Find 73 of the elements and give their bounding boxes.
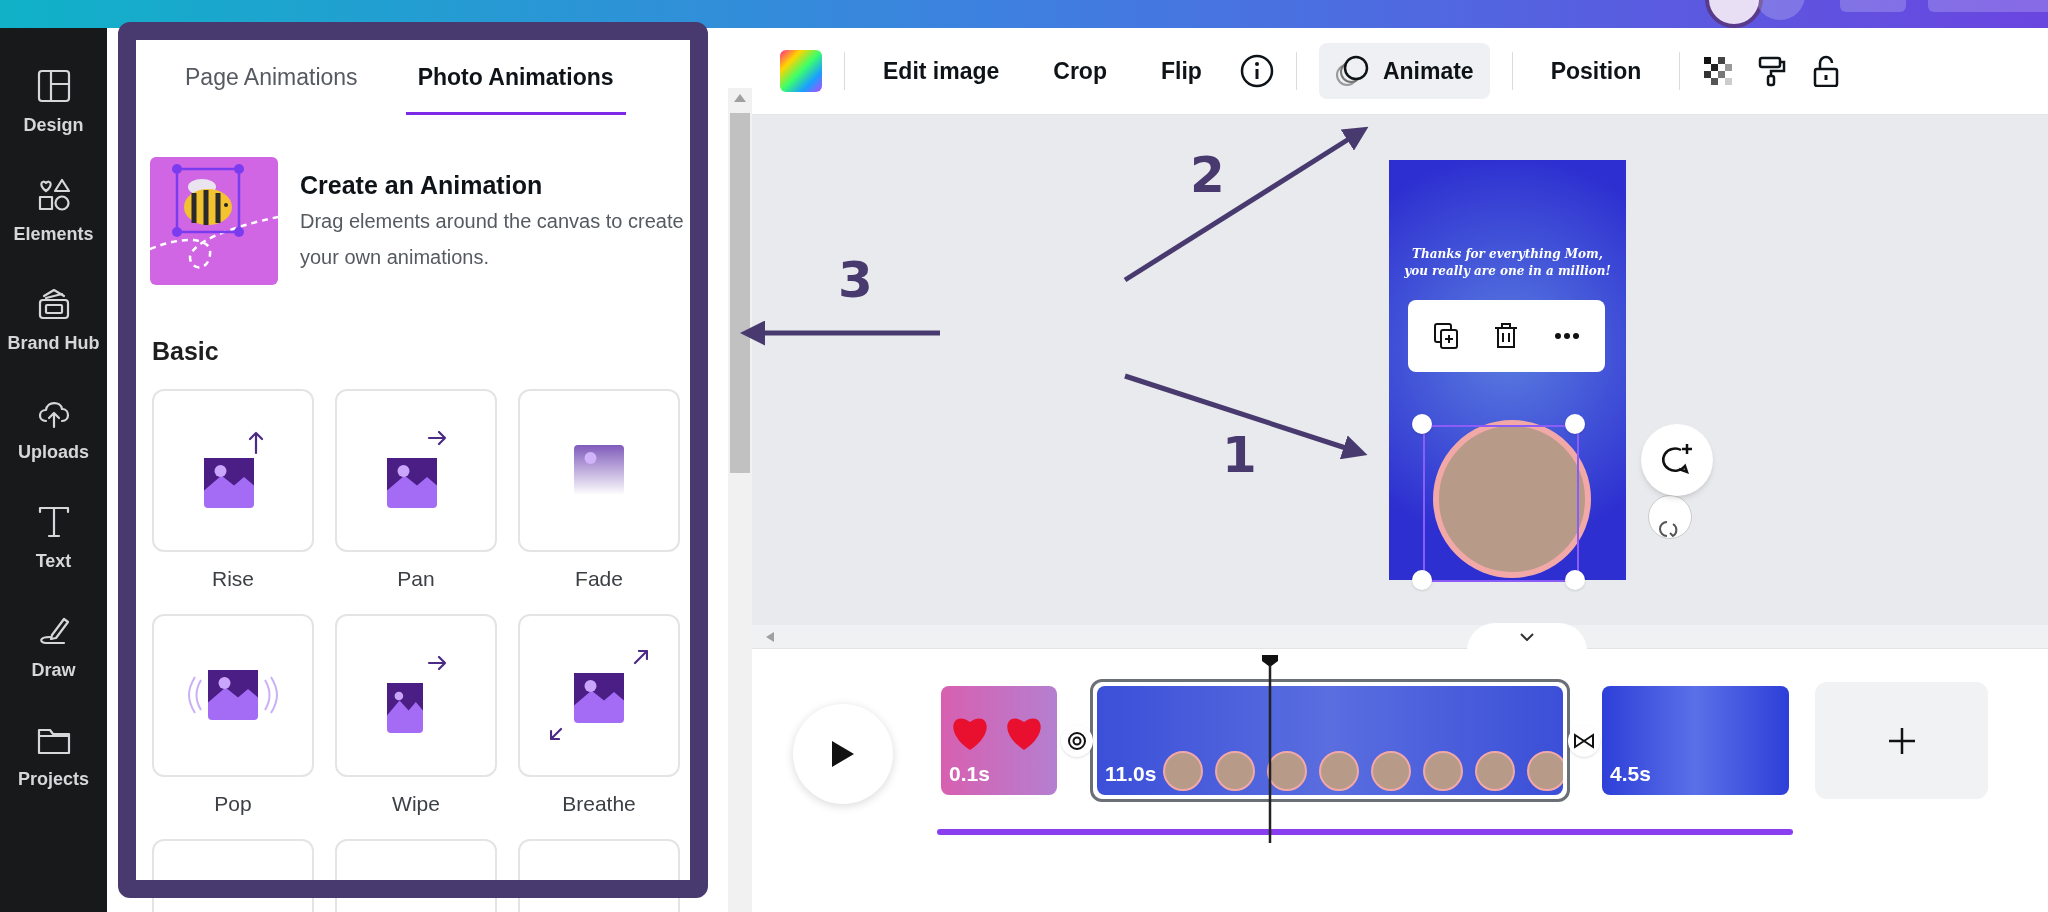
- photo-fade-icon: [574, 445, 624, 495]
- animation-tile[interactable]: [518, 613, 680, 777]
- transition-button[interactable]: [1568, 725, 1600, 757]
- section-title: Basic: [152, 336, 220, 367]
- animation-label: Rise: [212, 565, 254, 592]
- animation-tile[interactable]: [518, 388, 680, 552]
- scrollbar-thumb[interactable]: [730, 113, 750, 473]
- photo-thumbnail: [1371, 751, 1411, 791]
- photo-thumbnail: [1475, 751, 1515, 791]
- copy-plus-icon[interactable]: [1432, 321, 1461, 351]
- rotate-button[interactable]: [1648, 495, 1692, 539]
- animation-label: Fade: [575, 565, 623, 592]
- promo-title: Create an Animation: [300, 170, 544, 201]
- animation-label: Pop: [214, 790, 252, 817]
- photo-thumbnail: [1423, 751, 1463, 791]
- chevron-down-icon: [1520, 633, 1534, 641]
- bowtie-icon: [1573, 730, 1595, 752]
- play-icon: [830, 739, 856, 769]
- photo-thumbnail: [1319, 751, 1359, 791]
- tab[interactable]: Photo Animations: [405, 28, 626, 115]
- layout-icon: [35, 68, 72, 104]
- sidebar-item[interactable]: Elements: [0, 177, 107, 248]
- clip-duration: 11.0s: [1105, 760, 1157, 787]
- resize-handle[interactable]: [1565, 570, 1585, 590]
- design-page[interactable]: Thanks for everything Mom, you really are one in a million!: [1389, 160, 1626, 580]
- toolbar-button[interactable]: Position: [1534, 43, 1658, 99]
- promo-description: Drag elements around the canvas to create your own animations.: [300, 209, 685, 270]
- photo-thumbnail: [1267, 751, 1307, 791]
- target-icon: [1066, 730, 1088, 752]
- photo-thumbnail: [1215, 751, 1255, 791]
- animation-label: Pan: [397, 565, 435, 592]
- toolbar-button[interactable]: Crop: [1037, 43, 1123, 99]
- animation-tile[interactable]: [152, 613, 314, 777]
- color-picker[interactable]: [780, 50, 822, 92]
- sidebar-item[interactable]: Brand Hub: [0, 286, 107, 357]
- page-message: Thanks for everything Mom, you really are one in a million!: [1403, 246, 1612, 280]
- photo-thumbnail: [1163, 751, 1203, 791]
- playhead[interactable]: [1260, 653, 1280, 843]
- animation-tile[interactable]: [152, 388, 314, 552]
- annotation-number: 2: [1190, 150, 1225, 200]
- plus-icon: [1886, 725, 1917, 756]
- sidebar-item[interactable]: Projects: [0, 722, 107, 793]
- timeline-clip[interactable]: 11.0s: [1090, 679, 1570, 802]
- photo-pan-icon: [385, 431, 447, 509]
- photo-breathe-icon: [550, 650, 648, 740]
- animation-label: Wipe: [392, 790, 440, 817]
- sidebar-item[interactable]: Uploads: [0, 395, 107, 466]
- photo-thumbnail: [1527, 751, 1563, 791]
- photo-wipe-icon: [385, 656, 447, 734]
- annotation-number: 1: [1222, 430, 1257, 480]
- tab[interactable]: Page Animations: [173, 28, 370, 115]
- sidebar-item[interactable]: Text: [0, 504, 107, 575]
- sidebar-item[interactable]: Design: [0, 68, 107, 139]
- toolbar-button[interactable]: Animate: [1318, 43, 1490, 99]
- animation-label: Breathe: [562, 790, 636, 817]
- info-icon[interactable]: [1239, 54, 1274, 88]
- animate-circles-icon: [1334, 55, 1369, 87]
- clip-duration: 4.5s: [1610, 760, 1651, 787]
- resize-handle[interactable]: [1412, 570, 1432, 590]
- add-comment-button[interactable]: [1641, 424, 1713, 496]
- checkerboard-icon[interactable]: [1702, 55, 1735, 87]
- toolbar-button[interactable]: Flip: [1145, 43, 1218, 99]
- animation-tile[interactable]: [335, 613, 497, 777]
- annotation-number: 3: [838, 255, 873, 305]
- transition-button[interactable]: [1061, 725, 1093, 757]
- animation-tile[interactable]: [335, 388, 497, 552]
- clip-duration: 0.1s: [949, 760, 990, 787]
- play-button[interactable]: [793, 704, 893, 804]
- photo-rise-icon: [202, 431, 264, 509]
- toolbar-button[interactable]: Edit image: [867, 43, 1016, 99]
- photo-pop-icon: [188, 669, 278, 721]
- sidebar-item[interactable]: Draw: [0, 613, 107, 684]
- scrollbar[interactable]: [728, 88, 752, 912]
